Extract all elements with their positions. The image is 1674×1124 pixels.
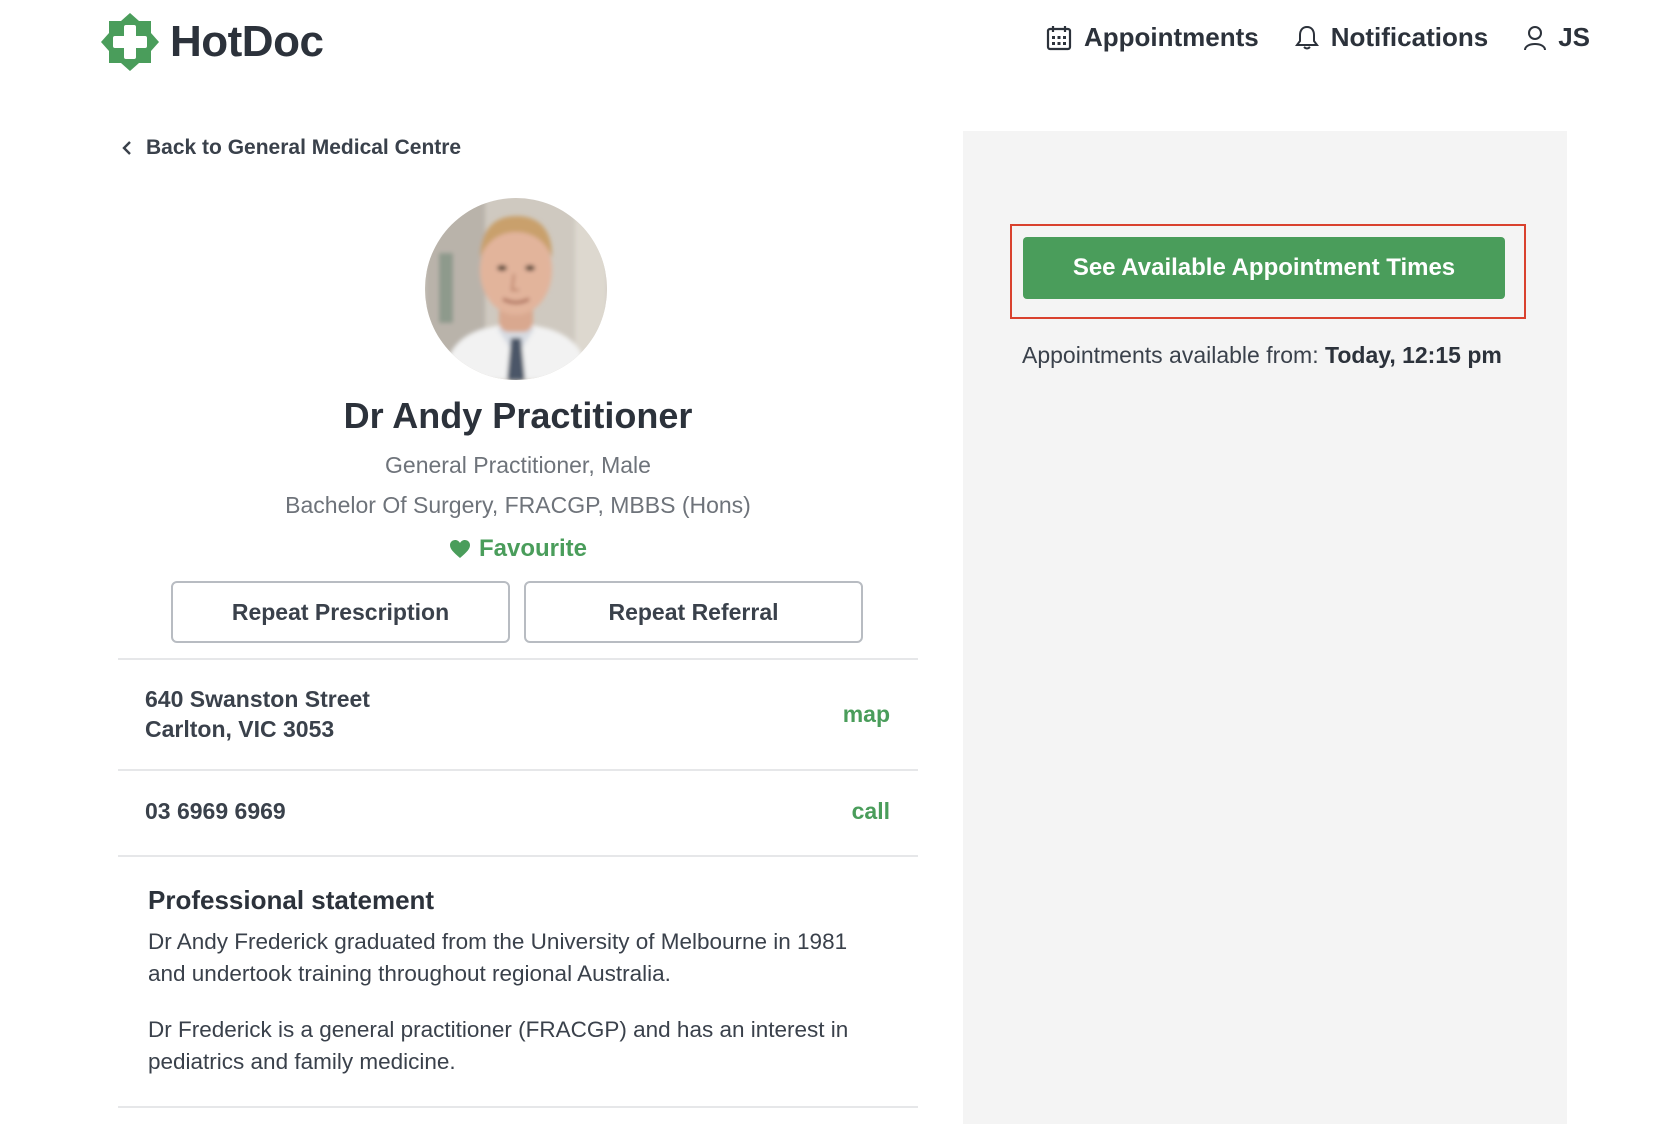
favourite-label: Favourite <box>478 535 588 562</box>
logo-text: HotDoc <box>170 17 324 66</box>
statement-paragraph: Dr Andy Frederick graduated from the Uni… <box>148 929 848 986</box>
section-divider <box>118 658 918 660</box>
top-header: HotDoc Appointments Notifications JS <box>0 0 1674 86</box>
section-divider <box>118 855 918 857</box>
repeat-prescription-button[interactable]: Repeat Prescription <box>171 581 510 643</box>
user-initials: JS <box>1558 22 1590 52</box>
availability-text: Appointments available from: Today, 12:1… <box>1022 342 1502 369</box>
bell-icon <box>1294 25 1319 49</box>
calendar-icon <box>1046 25 1072 50</box>
address-line-2: Carlton, VIC 3053 <box>145 716 335 742</box>
nav-appointments[interactable]: Appointments <box>1046 22 1259 53</box>
back-link-label: Back to General Medical Centre <box>146 136 462 159</box>
map-link[interactable]: map <box>843 701 890 728</box>
statement-paragraph: Dr Frederick is a general practitioner (… <box>148 1017 849 1074</box>
availability-prefix: Appointments available from: <box>1022 342 1319 368</box>
hotdoc-cross-icon <box>101 13 159 71</box>
chevron-left-icon <box>122 141 131 155</box>
doctor-avatar <box>425 198 607 380</box>
favourite-toggle[interactable]: Favourite <box>0 535 1036 563</box>
call-link[interactable]: call <box>852 798 890 825</box>
availability-value: Today, 12:15 pm <box>1325 342 1502 368</box>
top-nav: Appointments Notifications JS <box>1010 22 1590 53</box>
nav-user-menu[interactable]: JS <box>1524 22 1590 53</box>
phone-number: 03 6969 6969 <box>145 798 286 824</box>
section-divider <box>118 769 918 771</box>
see-available-times-button[interactable]: See Available Appointment Times <box>1023 237 1505 299</box>
address-line-1: 640 Swanston Street <box>145 686 370 712</box>
nav-appointments-label: Appointments <box>1083 22 1259 52</box>
doctor-qualifications: Bachelor Of Surgery, FRACGP, MBBS (Hons) <box>285 492 751 518</box>
doctor-profile-page: HotDoc Appointments Notifications JS Bac… <box>0 0 1674 1124</box>
hotdoc-logo[interactable]: HotDoc <box>100 12 324 72</box>
doctor-photo <box>425 198 607 380</box>
professional-statement-title: Professional statement <box>148 885 435 915</box>
doctor-role: General Practitioner, Male <box>385 452 651 478</box>
doctor-name: Dr Andy Practitioner <box>343 395 693 436</box>
user-icon <box>1524 25 1547 50</box>
repeat-referral-button[interactable]: Repeat Referral <box>524 581 863 643</box>
nav-notifications-label: Notifications <box>1330 22 1489 52</box>
section-divider <box>118 1106 918 1108</box>
nav-notifications[interactable]: Notifications <box>1294 22 1489 53</box>
heart-icon <box>449 540 470 558</box>
back-to-centre-link[interactable]: Back to General Medical Centre <box>122 136 461 160</box>
